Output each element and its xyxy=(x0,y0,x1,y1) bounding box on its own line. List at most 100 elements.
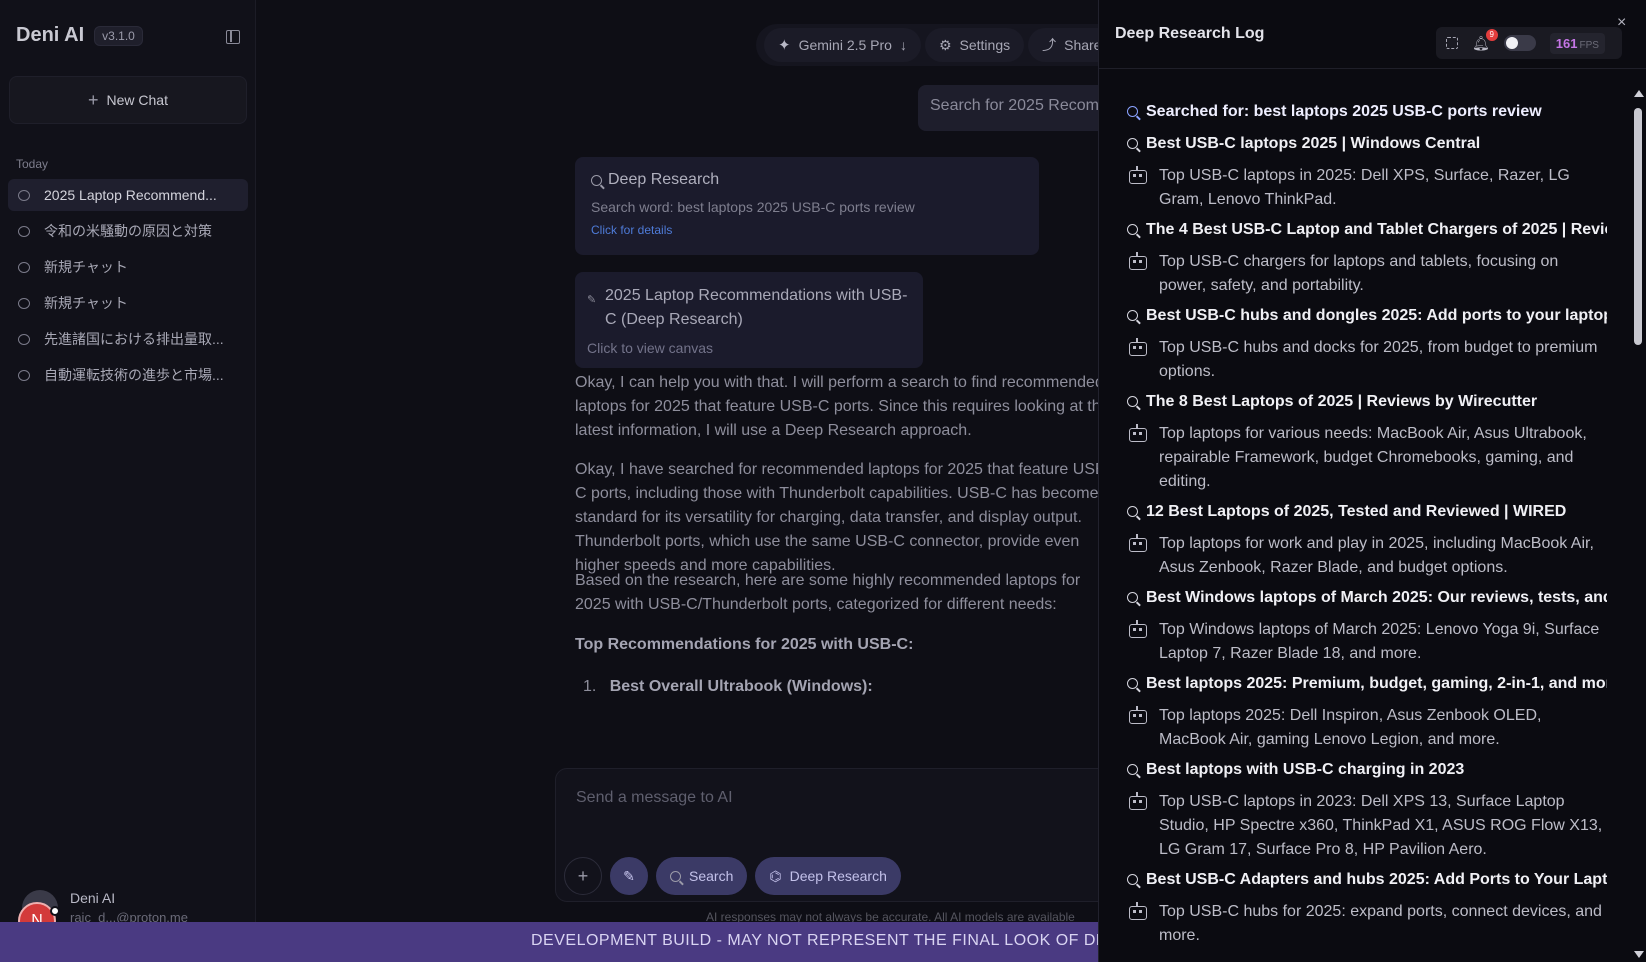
log-entry-text: Best USB-C hubs and dongles 2025: Add po… xyxy=(1146,307,1607,324)
bot-icon xyxy=(1129,424,1147,442)
chat-item-label: 新規チャット xyxy=(44,259,128,275)
section-label-today: Today xyxy=(16,157,49,171)
chat-item[interactable]: 新規チャット xyxy=(8,251,248,283)
share-button[interactable]: ⤴ Share xyxy=(1028,28,1098,62)
search-button[interactable]: Search xyxy=(656,857,748,895)
search-icon xyxy=(670,870,681,882)
chat-item[interactable]: 新規チャット xyxy=(8,287,248,319)
log-result-entry: Top laptops for various needs: MacBook A… xyxy=(1127,422,1607,494)
notification-count: 9 xyxy=(1485,28,1498,41)
chat-item-label: 2025 Laptop Recommend... xyxy=(44,187,217,203)
search-icon xyxy=(1127,678,1138,689)
chat-bubble-icon xyxy=(18,261,30,273)
scroll-thumb[interactable] xyxy=(1634,108,1642,345)
log-entry-text: Searched for: best laptops 2025 USB-C po… xyxy=(1146,103,1542,120)
model-selector[interactable]: ✦ Gemini 2.5 Pro ↓ xyxy=(764,28,921,62)
share-icon: ⤴ xyxy=(1042,37,1057,53)
fps-unit: FPS xyxy=(1579,39,1599,51)
canvas-card[interactable]: 2025 Laptop Recommendations with USB-C (… xyxy=(575,272,923,368)
assistant-heading: Top Recommendations for 2025 with USB-C: xyxy=(575,633,1098,657)
log-entry-text: Best laptops with USB-C charging in 2023 xyxy=(1146,761,1465,778)
deep-research-card[interactable]: Deep Research Search word: best laptops … xyxy=(575,157,1039,255)
chat-main: ✦ Gemini 2.5 Pro ↓ ⚙ Settings ⤴ Share Se… xyxy=(256,0,1098,962)
user-card[interactable]: N Deni AI raic_d...@proton.me xyxy=(18,890,188,940)
chat-item-label: 先進諸国における排出量取... xyxy=(44,331,224,347)
log-entry-text: Top USB-C chargers for laptops and table… xyxy=(1159,253,1559,294)
log-search-entry: The 8 Best Laptops of 2025 | Reviews by … xyxy=(1127,390,1607,422)
log-result-entry: Top USB-C hubs for 2025: expand ports, c… xyxy=(1127,900,1607,948)
log-search-entry: Best Windows laptops of March 2025: Our … xyxy=(1127,586,1607,618)
chat-item[interactable]: 自動運転技術の進歩と市場... xyxy=(8,359,248,391)
fps-value: 161 xyxy=(1555,35,1578,51)
bot-icon xyxy=(1129,338,1147,356)
avatar[interactable]: N xyxy=(18,890,60,940)
log-entry-text: 12 Best Laptops of 2025, Tested and Revi… xyxy=(1146,503,1567,520)
brush-icon: ✎ xyxy=(623,867,635,884)
chat-item-label: 新規チャット xyxy=(44,295,128,311)
deep-research-button-label: Deep Research xyxy=(789,868,887,884)
chat-bubble-icon xyxy=(18,189,30,201)
model-name: Gemini 2.5 Pro xyxy=(798,37,892,53)
chat-item-label: 自動運転技術の進歩と市場... xyxy=(44,367,224,383)
brand: Deni AI v3.1.0 xyxy=(16,24,143,47)
log-entry-text: Top laptops for work and play in 2025, i… xyxy=(1159,535,1594,576)
log-entry-text: The 8 Best Laptops of 2025 | Reviews by … xyxy=(1146,393,1538,410)
log-search-entry: Best laptops with USB-C charging in 2023 xyxy=(1127,758,1607,790)
bot-icon xyxy=(1129,620,1147,638)
scroll-up-arrow-icon[interactable] xyxy=(1634,90,1644,97)
scrollbar[interactable] xyxy=(1633,90,1644,962)
message-composer[interactable]: Send a message to AI + ✎ Search ⌬ Deep R… xyxy=(555,768,1098,902)
online-indicator xyxy=(50,906,60,916)
user-name: Deni AI xyxy=(70,890,116,906)
assistant-paragraph: Based on the research, here are some hig… xyxy=(575,572,1081,613)
search-icon xyxy=(1127,764,1138,775)
settings-button[interactable]: ⚙ Settings xyxy=(924,28,1025,62)
search-icon xyxy=(1127,506,1138,517)
chat-item[interactable]: 2025 Laptop Recommend... xyxy=(8,179,248,211)
log-entry-text: Best laptops 2025: Premium, budget, gami… xyxy=(1146,675,1607,692)
canvas-toggle-button[interactable]: ✎ xyxy=(610,857,648,895)
dev-hud: 🔔︎ 9 161 FPS xyxy=(1436,27,1622,59)
dev-build-banner: DEVELOPMENT BUILD - MAY NOT REPRESENT TH… xyxy=(0,922,1098,962)
canvas-subtitle: Click to view canvas xyxy=(587,340,714,356)
search-icon xyxy=(1127,874,1138,885)
bot-icon xyxy=(1129,706,1147,724)
new-chat-button[interactable]: + New Chat xyxy=(9,76,247,124)
log-search-entry: 12 Best Laptops of 2025, Tested and Revi… xyxy=(1127,500,1607,532)
selection-icon[interactable] xyxy=(1446,37,1458,49)
details-link[interactable]: Click for details xyxy=(591,223,1023,237)
message-input[interactable]: Send a message to AI xyxy=(576,789,733,807)
close-icon[interactable]: × xyxy=(1617,14,1626,32)
fps-counter: 161 FPS xyxy=(1549,32,1605,54)
sparkle-icon: ✦ xyxy=(778,37,791,54)
chat-item[interactable]: 先進諸国における排出量取... xyxy=(8,323,248,355)
attach-button[interactable]: + xyxy=(564,857,602,895)
new-chat-label: New Chat xyxy=(106,92,168,108)
search-icon xyxy=(1127,224,1138,235)
research-log-list: Searched for: best laptops 2025 USB-C po… xyxy=(1127,100,1607,954)
log-entry-text: Top USB-C hubs and docks for 2025, from … xyxy=(1159,339,1598,380)
deep-research-title-text: Deep Research xyxy=(608,171,720,188)
version-badge: v3.1.0 xyxy=(94,25,143,46)
log-entry-text: Top laptops for various needs: MacBook A… xyxy=(1159,425,1587,490)
log-search-entry: Best USB-C laptops 2025 | Windows Centra… xyxy=(1127,132,1607,164)
chat-item[interactable]: 令和の米騒動の原因と対策 xyxy=(8,215,248,247)
scroll-down-arrow-icon[interactable] xyxy=(1634,951,1644,958)
deep-research-button[interactable]: ⌬ Deep Research xyxy=(755,857,901,895)
settings-label: Settings xyxy=(959,37,1011,53)
log-entry-text: Top USB-C laptops in 2025: Dell XPS, Sur… xyxy=(1159,167,1570,208)
chat-bubble-icon xyxy=(18,369,30,381)
chat-list: 2025 Laptop Recommend... 令和の米騒動の原因と対策 新規… xyxy=(8,179,248,395)
bot-icon xyxy=(1129,534,1147,552)
search-icon xyxy=(1127,592,1138,603)
sidebar-toggle-icon[interactable] xyxy=(226,30,240,44)
bell-icon[interactable]: 🔔︎ 9 xyxy=(1472,28,1498,52)
deep-research-title: Deep Research xyxy=(591,171,1023,189)
chat-bubble-icon xyxy=(18,225,30,237)
theme-toggle[interactable] xyxy=(1503,35,1536,51)
deep-research-log-panel: Deep Research Log 🔔︎ 9 161 FPS × Searched … xyxy=(1098,0,1646,962)
panel-header: Deep Research Log 🔔︎ 9 161 FPS × xyxy=(1099,0,1646,69)
bot-icon xyxy=(1129,252,1147,270)
log-search-entry: Best USB-C hubs and dongles 2025: Add po… xyxy=(1127,304,1607,336)
heading-text: Top Recommendations for 2025 with USB-C: xyxy=(575,636,914,653)
